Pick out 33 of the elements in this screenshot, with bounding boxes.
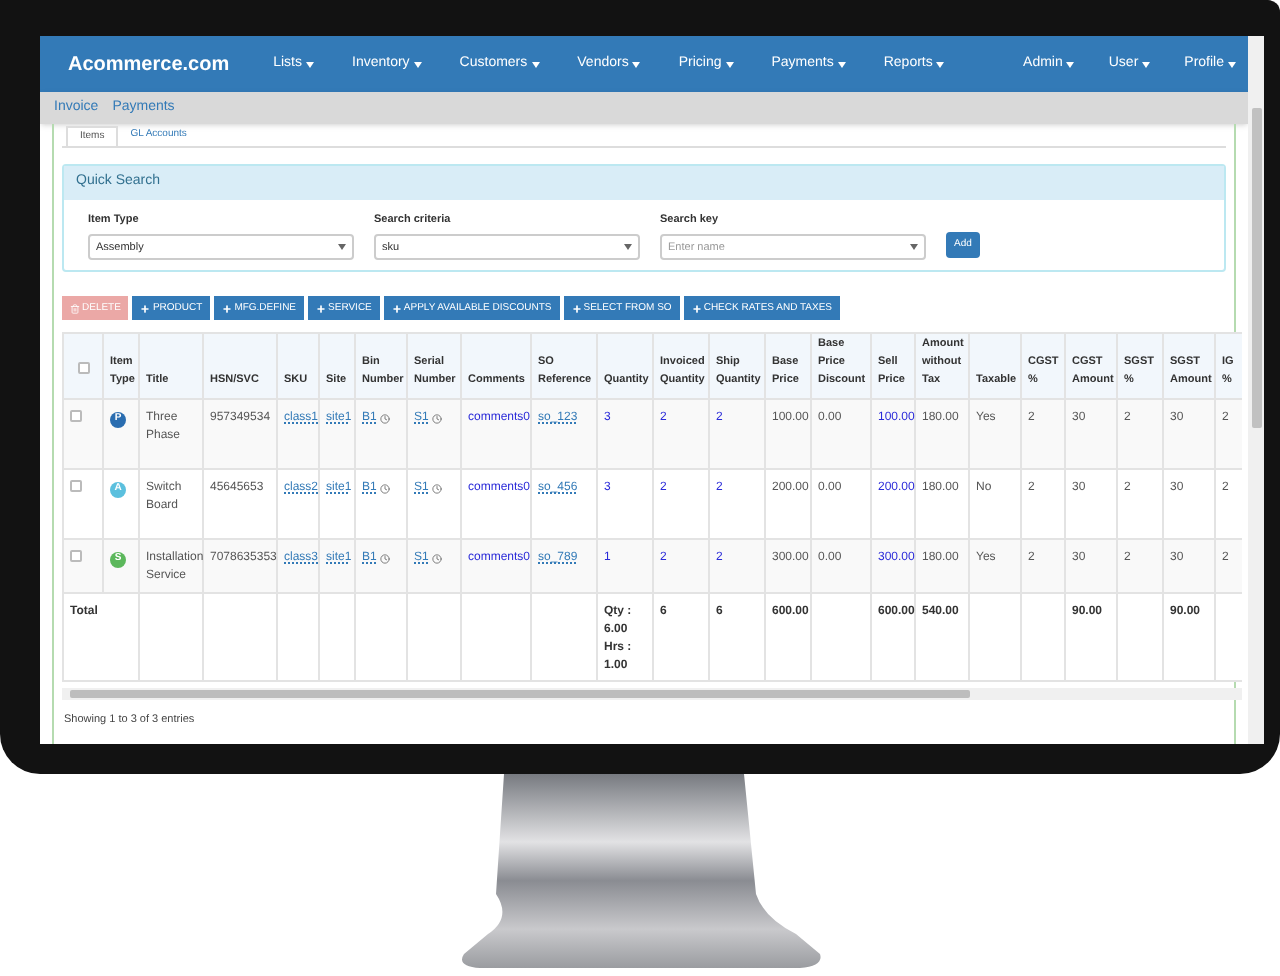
caret-icon: [910, 244, 918, 251]
plus-icon: [691, 303, 702, 314]
plus-icon: [222, 303, 233, 314]
trash-icon: [70, 303, 80, 314]
caret-icon: [936, 61, 945, 67]
caret-icon: [1066, 61, 1075, 67]
clock-icon[interactable]: [380, 554, 391, 565]
caret-icon: [338, 244, 346, 251]
caret-icon: [632, 61, 641, 67]
plus-icon: [316, 303, 327, 314]
row-checkbox[interactable]: [70, 550, 82, 563]
clock-icon[interactable]: [432, 484, 443, 495]
caret-icon: [306, 61, 314, 67]
vertical-scrollbar[interactable]: [1248, 36, 1264, 744]
caret-icon: [1142, 61, 1151, 67]
caret-icon: [413, 61, 422, 67]
caret-icon: [1228, 61, 1236, 67]
caret-icon: [725, 61, 734, 67]
clock-icon[interactable]: [432, 554, 443, 565]
caret-icon: [531, 61, 540, 67]
brand-logo[interactable]: Acommerce.com: [68, 49, 230, 79]
plus-icon: [140, 303, 151, 314]
clock-icon[interactable]: [380, 414, 391, 425]
caret-icon: [624, 244, 632, 251]
row-checkbox[interactable]: [77, 362, 89, 375]
plus-icon: [391, 303, 402, 314]
row-checkbox[interactable]: [70, 480, 82, 493]
row-checkbox[interactable]: [70, 410, 82, 423]
horizontal-scrollbar[interactable]: [62, 688, 1242, 701]
clock-icon[interactable]: [380, 484, 391, 495]
plus-icon: [571, 303, 582, 314]
clock-icon[interactable]: [432, 414, 443, 425]
caret-icon: [837, 61, 846, 67]
